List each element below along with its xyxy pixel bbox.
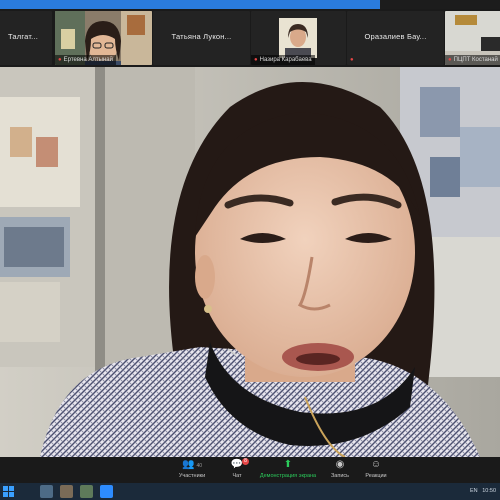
- participant-tile[interactable]: Татьяна Лукон...: [153, 11, 250, 65]
- system-tray: EN 10:50: [470, 483, 496, 500]
- participant-label: ● ПЦПТ Костанай: [445, 55, 500, 65]
- mic-muted-icon: ●: [448, 57, 452, 63]
- meeting-toolbar: 👥 40 Участники 💬 8 Чат ⬆ Демонстрация экр…: [0, 457, 500, 483]
- taskbar-app-icon[interactable]: [60, 485, 73, 498]
- zoom-taskbar-icon[interactable]: [100, 485, 113, 498]
- taskbar-app-icon[interactable]: [40, 485, 53, 498]
- participant-label: ● Ертевна Алтынай: [55, 55, 116, 65]
- participant-tile[interactable]: ● ПЦПТ Костанай: [445, 11, 500, 65]
- participant-tile[interactable]: Оразалиев Бау... ●: [347, 11, 444, 65]
- taskbar-app-icon[interactable]: [80, 485, 93, 498]
- participant-tile[interactable]: ● Назира Карабаева: [251, 11, 346, 65]
- participant-name: Татьяна Лукон...: [171, 32, 232, 41]
- active-speaker-video: [0, 67, 500, 457]
- participant-tile[interactable]: Талгат...: [0, 11, 52, 65]
- participant-strip: Талгат... ● Ертевна Алтынай Татьяна Лукон…: [0, 9, 500, 67]
- mic-muted-icon: ●: [58, 57, 62, 63]
- participant-label: ●: [347, 55, 359, 65]
- title-highlight: [0, 0, 380, 9]
- participant-name: Оразалиев Бау...: [364, 32, 427, 41]
- participant-label: ● Назира Карабаева: [251, 55, 315, 65]
- os-taskbar: EN 10:50: [0, 483, 500, 500]
- zoom-window: Талгат... ● Ертевна Алтынай Татьяна Лукон…: [0, 0, 500, 500]
- reactions-button[interactable]: ☺ Реакции: [346, 458, 406, 482]
- participant-tile[interactable]: ● Ертевна Алтынай: [55, 11, 152, 65]
- speaker-video-frame: [0, 67, 500, 457]
- clock[interactable]: 10:50: [482, 488, 496, 494]
- participant-name: Талгат...: [7, 32, 39, 41]
- windows-start-icon[interactable]: [3, 486, 14, 497]
- chat-badge: 8: [242, 458, 249, 465]
- language-indicator[interactable]: EN: [470, 488, 478, 494]
- mic-muted-icon: ●: [350, 57, 354, 63]
- mic-muted-icon: ●: [254, 57, 258, 63]
- window-title-bar: [0, 0, 500, 9]
- reactions-icon: ☺: [370, 459, 382, 470]
